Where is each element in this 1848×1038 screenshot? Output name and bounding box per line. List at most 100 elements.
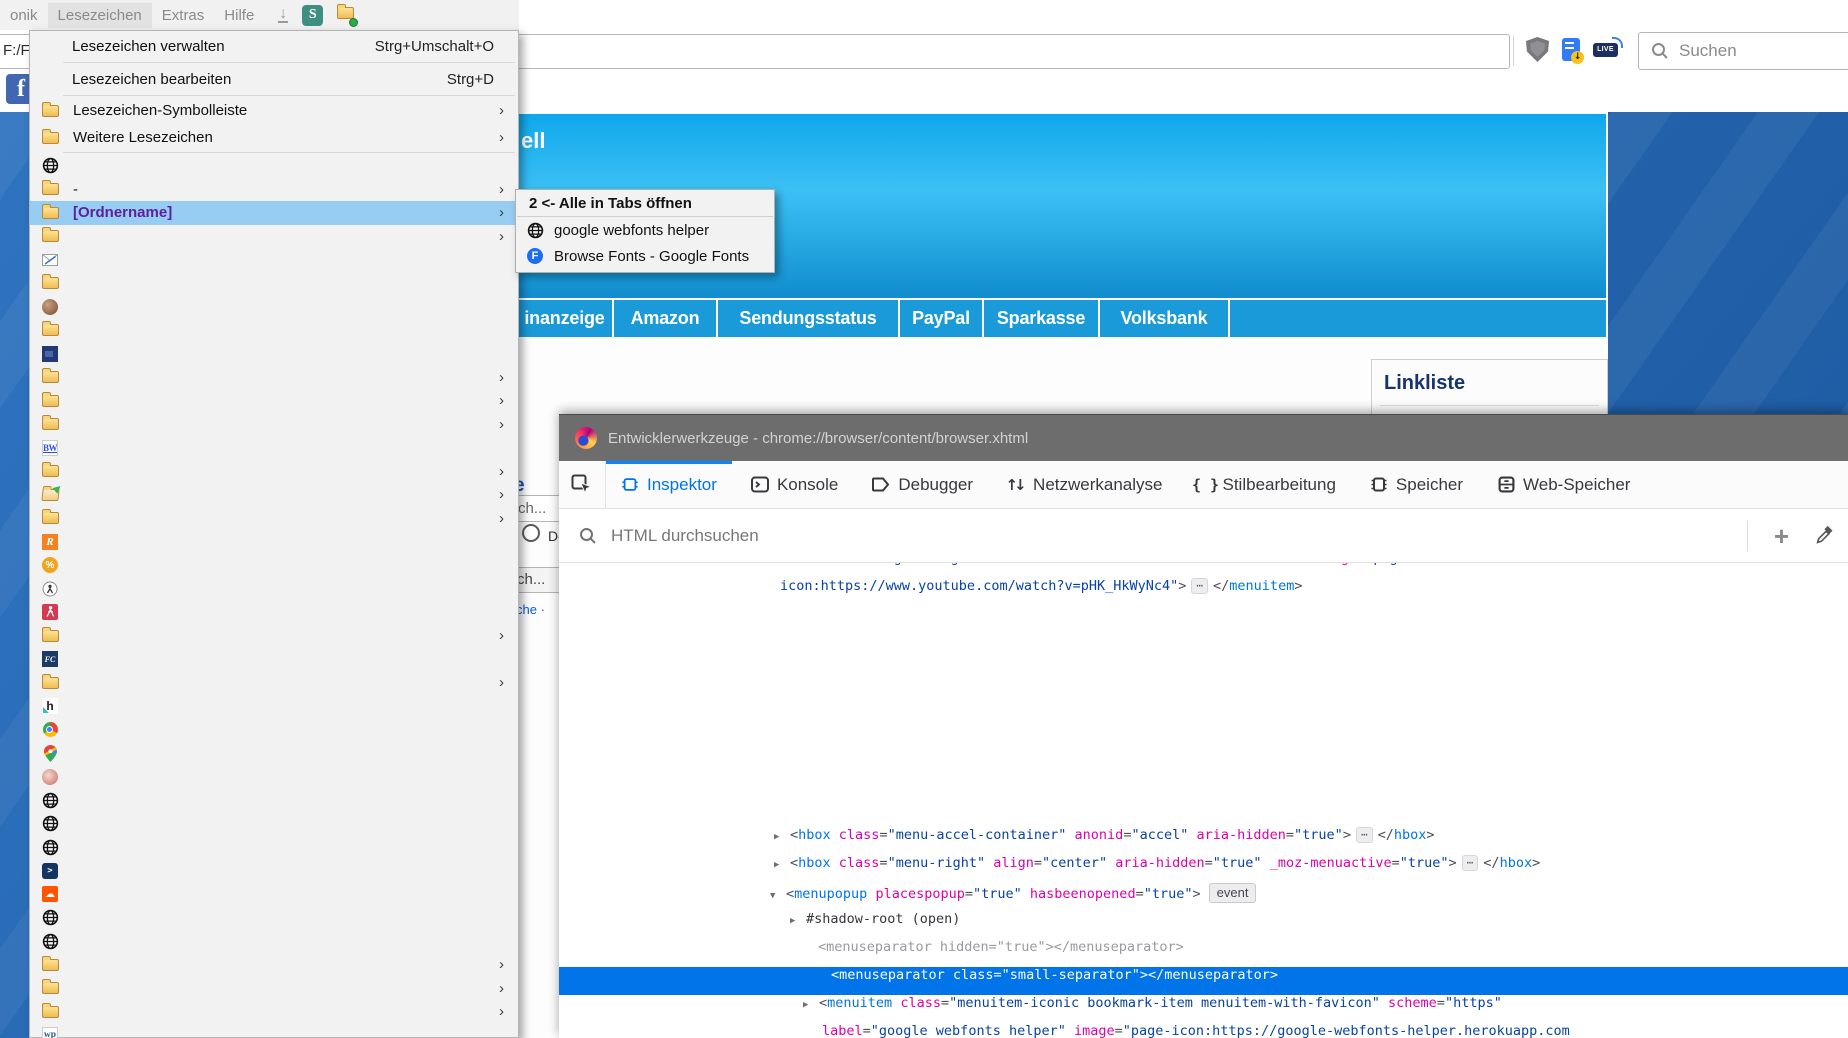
submenu-open-all-item[interactable]: 2 <- Alle in Tabs öffnen <box>516 190 774 216</box>
expand-arrow-icon[interactable]: ▶ <box>774 860 790 870</box>
bookmark-item[interactable] <box>30 765 518 789</box>
devtools-tab-stilbearbeitung[interactable]: { }Stilbearbeitung <box>1182 461 1351 508</box>
menu-folder-item[interactable] <box>30 272 518 296</box>
submenu-bookmark-item[interactable]: FBrowse Fonts - Google Fonts <box>516 243 774 269</box>
bookmark-item[interactable]: > <box>30 859 518 883</box>
devtools-tab-debugger[interactable]: Debugger <box>857 461 988 508</box>
menu-folder-item[interactable]: › <box>30 624 518 648</box>
menu-folder-item[interactable]: › <box>30 413 518 437</box>
doc-download-icon[interactable]: ↓ <box>1562 38 1580 61</box>
bookmark-item[interactable]: FC <box>30 648 518 672</box>
markup-line-selected[interactable]: <menuseparator class="small-separator"><… <box>559 967 1848 995</box>
markup-line[interactable]: <menuseparator hidden="true"></menusepar… <box>559 939 1848 967</box>
folder-icon <box>41 956 59 974</box>
nav-tab-inanzeige[interactable]: inanzeige <box>517 300 614 337</box>
expand-arrow-icon[interactable]: ▶ <box>790 916 806 926</box>
menu-folder-item[interactable]: › <box>30 507 518 531</box>
devtools-tab-inspektor[interactable]: Inspektor <box>606 461 732 508</box>
bookmark-item[interactable]: BW <box>30 436 518 460</box>
bookmark-item[interactable] <box>30 812 518 836</box>
menu-folder-item[interactable]: › <box>30 977 518 1001</box>
event-badge[interactable]: event <box>1209 883 1257 903</box>
menu-item[interactable]: Lesezeichen verwaltenStrg+Umschalt+O <box>30 31 518 61</box>
pick-element-button[interactable] <box>559 461 606 508</box>
menu-folder-item[interactable]: › <box>30 1000 518 1024</box>
menu-folder-item[interactable]: › <box>30 483 518 507</box>
menubar-item-onik[interactable]: onik <box>0 3 48 28</box>
nav-tab-amazon[interactable]: Amazon <box>614 300 718 337</box>
menu-folder-item[interactable]: › <box>30 460 518 484</box>
menu-folder-item[interactable]: [Ordnername]› <box>30 201 518 225</box>
bookmark-item[interactable] <box>30 906 518 930</box>
markup-line[interactable]: icon:https://www.youtube.com/watch?v=pHK… <box>559 578 1848 606</box>
menu-folder-item[interactable] <box>30 319 518 343</box>
s-badge-icon[interactable]: S <box>302 5 323 26</box>
browser-search-field[interactable]: Suchen <box>1638 32 1848 70</box>
bookmark-item[interactable] <box>30 930 518 954</box>
devtools-tab-label: Speicher <box>1396 475 1463 495</box>
menubar-item-extras[interactable]: Extras <box>152 3 215 28</box>
inline-children-badge[interactable]: ⋯ <box>1191 578 1208 594</box>
menu-folder-item[interactable]: -› <box>30 178 518 202</box>
bookmark-item[interactable]: wp <box>30 1024 518 1038</box>
markup-line[interactable]: ▶<menuitem class="menuitem-iconic bookma… <box>559 995 1848 1023</box>
submenu-bookmark-item[interactable]: google webfonts helper <box>516 217 774 243</box>
devtools-tab-speicher[interactable]: Speicher <box>1355 461 1478 508</box>
menu-folder-item[interactable]: › <box>30 953 518 977</box>
markup-line[interactable]: ▶<hbox class="menu-right" align="center"… <box>559 855 1848 883</box>
menubar-item-lesezeichen[interactable]: Lesezeichen <box>48 3 152 28</box>
markup-line[interactable]: ▶<hbox class="menu-accel-container" anon… <box>559 827 1848 855</box>
menu-item[interactable]: Lesezeichen bearbeitenStrg+D <box>30 64 518 94</box>
bookmark-item[interactable] <box>30 154 518 178</box>
nav-tab-paypal[interactable]: PayPal <box>900 300 984 337</box>
bookmark-item[interactable] <box>30 601 518 625</box>
add-node-icon[interactable]: + <box>1762 523 1801 549</box>
menu-folder-item[interactable]: Lesezeichen-Symbolleiste› <box>30 97 518 124</box>
expand-arrow-icon[interactable]: ▶ <box>774 832 790 842</box>
bookmark-item[interactable] <box>30 789 518 813</box>
bookmark-item[interactable] <box>30 742 518 766</box>
menubar-item-hilfe[interactable]: Hilfe <box>214 3 264 28</box>
live-badge-icon[interactable]: LIVE <box>1593 43 1618 57</box>
folder-user-icon[interactable] <box>337 6 354 24</box>
markup-line[interactable]: ▼<menupopup placespopup="true" hasbeenop… <box>559 883 1848 911</box>
inline-children-badge[interactable]: ⋯ <box>1462 855 1479 871</box>
bookmark-item[interactable] <box>30 295 518 319</box>
nav-tab-volksbank[interactable]: Volksbank <box>1100 300 1230 337</box>
expand-arrow-icon[interactable]: ▶ <box>803 1000 819 1010</box>
inline-children-badge[interactable]: ⋯ <box>1356 827 1373 843</box>
devtools-tab-konsole[interactable]: Konsole <box>736 461 853 508</box>
html-search-input[interactable]: HTML durchsuchen <box>611 526 1733 546</box>
bookmark-item[interactable] <box>30 577 518 601</box>
devtools-tab-web-speicher[interactable]: Web-Speicher <box>1482 461 1645 508</box>
bookmark-item[interactable]: % <box>30 554 518 578</box>
page-radio-button[interactable] <box>522 524 540 542</box>
favicon-soundcloud-icon: ☁ <box>41 885 59 903</box>
collapse-arrow-icon[interactable]: ▼ <box>770 891 786 901</box>
menu-folder-item[interactable]: › <box>30 389 518 413</box>
page-link-fragment[interactable]: che · <box>516 602 545 617</box>
bookmark-item[interactable] <box>30 248 518 272</box>
nav-tab-sparkasse[interactable]: Sparkasse <box>984 300 1100 337</box>
bookmark-item[interactable]: ☁ <box>30 883 518 907</box>
menu-folder-item[interactable]: Weitere Lesezeichen› <box>30 124 518 151</box>
markup-line[interactable]: verschlimmerungsantrag - darauf musst Du… <box>559 563 1848 578</box>
ublock-shield-icon[interactable] <box>1526 37 1549 62</box>
nav-tab-sendungsstatus[interactable]: Sendungsstatus <box>718 300 900 337</box>
console-icon <box>751 476 769 494</box>
devtools-tab-netzwerkanalyse[interactable]: ↑↓Netzwerkanalyse <box>992 461 1177 508</box>
devtools-titlebar[interactable]: Entwicklerwerkzeuge - chrome://browser/c… <box>559 415 1848 461</box>
bookmark-item[interactable] <box>30 342 518 366</box>
markup-line[interactable]: label="google webfonts helper" image="pa… <box>559 1023 1848 1038</box>
markup-line[interactable]: ▶#shadow-root (open) <box>559 911 1848 939</box>
menu-folder-item[interactable]: › <box>30 671 518 695</box>
bookmark-item[interactable]: h <box>30 695 518 719</box>
bookmark-item[interactable] <box>30 836 518 860</box>
menu-folder-item[interactable]: › <box>30 225 518 249</box>
eyedropper-icon[interactable] <box>1815 526 1834 545</box>
download-icon[interactable]: ↓ <box>278 7 288 23</box>
bookmark-item[interactable]: R <box>30 530 518 554</box>
menu-folder-item[interactable]: › <box>30 366 518 390</box>
bookmark-item[interactable] <box>30 718 518 742</box>
submenu-arrow-icon: › <box>499 957 504 972</box>
